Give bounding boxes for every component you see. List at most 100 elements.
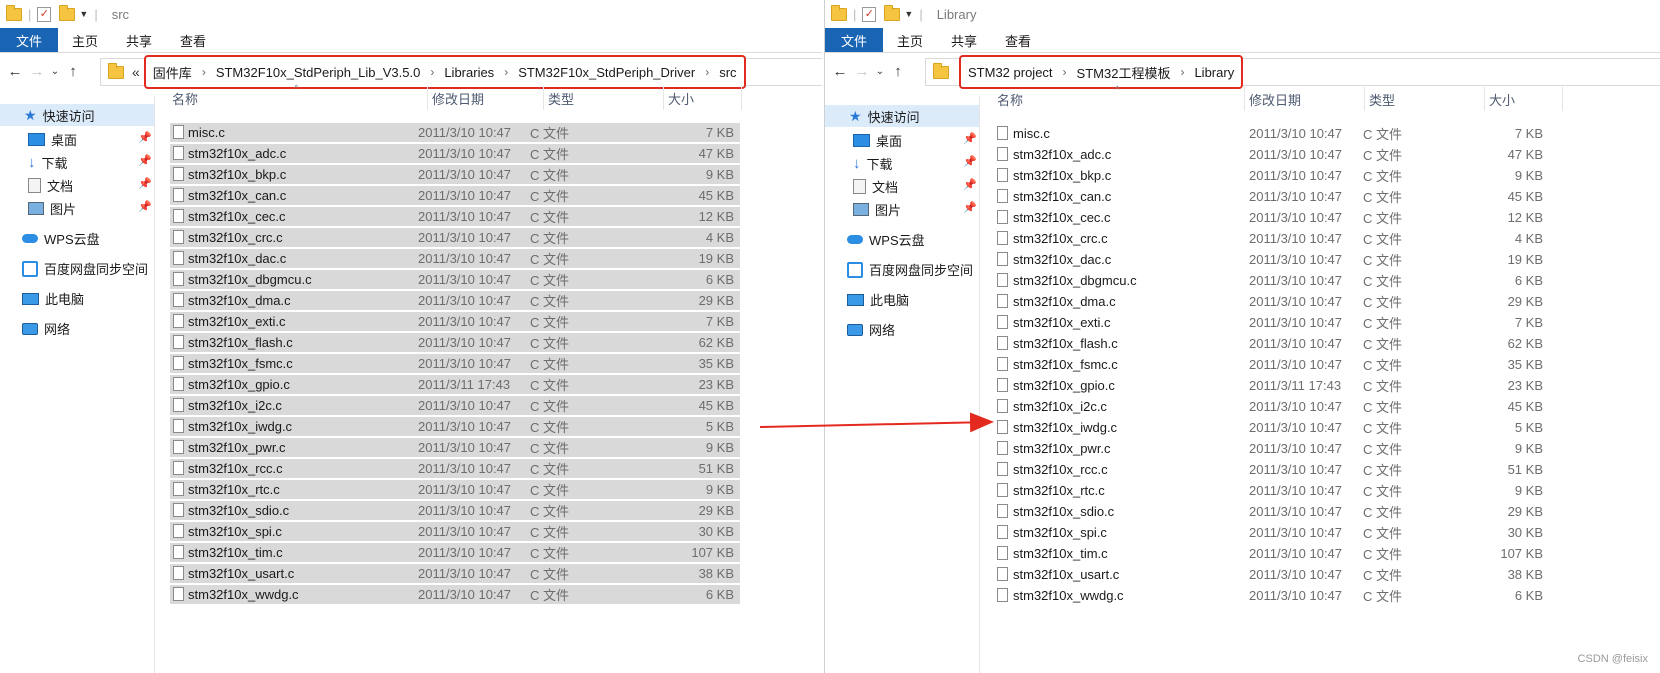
file-row[interactable]: stm32f10x_bkp.c 2011/3/10 10:47 C 文件 9 KB xyxy=(170,165,740,184)
nav-baidu-sync[interactable]: 百度网盘同步空间 xyxy=(847,260,973,279)
nav-desktop[interactable]: 桌面 xyxy=(28,130,77,149)
breadcrumb-item[interactable]: STM32F10x_StdPeriph_Lib_V3.5.0 xyxy=(214,65,423,80)
nav-this-pc[interactable]: 此电脑 xyxy=(22,289,84,308)
file-row[interactable]: stm32f10x_crc.c 2011/3/10 10:47 C 文件 4 KB xyxy=(170,228,740,247)
file-row[interactable]: stm32f10x_cec.c 2011/3/10 10:47 C 文件 12 KB xyxy=(170,207,740,226)
breadcrumb-item[interactable]: src xyxy=(717,65,738,80)
file-row[interactable]: stm32f10x_pwr.c 2011/3/10 10:47 C 文件 9 KB xyxy=(993,439,1553,458)
nav-network[interactable]: 网络 xyxy=(22,319,70,338)
tab-file[interactable]: 文件 xyxy=(0,28,59,52)
folder-icon[interactable] xyxy=(831,4,847,21)
file-row[interactable]: stm32f10x_dbgmcu.c 2011/3/10 10:47 C 文件 6 K… xyxy=(170,270,740,289)
file-row[interactable]: stm32f10x_spi.c 2011/3/10 10:47 C 文件 30 KB xyxy=(170,522,740,541)
file-row[interactable]: misc.c 2011/3/10 10:47 C 文件 7 KB xyxy=(993,124,1553,143)
properties-icon[interactable]: ✓ xyxy=(37,6,52,22)
nav-downloads[interactable]: ↓ 下载 xyxy=(853,154,893,173)
tab-share[interactable]: 共享 xyxy=(937,28,991,52)
customize-toolbar-icon[interactable]: ▼ xyxy=(904,9,913,19)
chevron-right-icon[interactable]: › xyxy=(697,65,717,79)
file-row[interactable]: stm32f10x_exti.c 2011/3/10 10:47 C 文件 7 KB xyxy=(993,313,1553,332)
recent-locations-chevron-icon[interactable]: ⌄ xyxy=(873,66,887,77)
file-row[interactable]: stm32f10x_tim.c 2011/3/10 10:47 C 文件 107 KB xyxy=(993,544,1553,563)
file-row[interactable]: stm32f10x_dac.c 2011/3/10 10:47 C 文件 19 KB xyxy=(993,250,1553,269)
file-row[interactable]: stm32f10x_rtc.c 2011/3/10 10:47 C 文件 9 KB xyxy=(170,480,740,499)
file-row[interactable]: stm32f10x_fsmc.c 2011/3/10 10:47 C 文件 35 KB xyxy=(170,354,740,373)
file-row[interactable]: stm32f10x_gpio.c 2011/3/11 17:43 C 文件 23 KB xyxy=(170,375,740,394)
breadcrumb-item[interactable]: Library xyxy=(1192,65,1236,80)
file-row[interactable]: stm32f10x_flash.c 2011/3/10 10:47 C 文件 62 K… xyxy=(993,334,1553,353)
breadcrumb-item[interactable]: 固件库 xyxy=(151,63,194,82)
column-name[interactable]: 名称 xyxy=(168,86,428,110)
tab-home[interactable]: 主页 xyxy=(883,28,937,52)
file-row[interactable]: stm32f10x_adc.c 2011/3/10 10:47 C 文件 47 KB xyxy=(993,145,1553,164)
overflow-chevron[interactable]: « xyxy=(132,64,140,80)
up-arrow-icon[interactable]: ↑ xyxy=(62,63,84,80)
back-arrow-icon[interactable]: ← xyxy=(829,63,851,80)
customize-toolbar-icon[interactable]: ▼ xyxy=(79,9,88,19)
chevron-right-icon[interactable]: › xyxy=(1172,65,1192,79)
nav-documents[interactable]: 文档 xyxy=(853,177,898,196)
forward-arrow-icon[interactable]: → xyxy=(26,63,48,80)
recent-locations-chevron-icon[interactable]: ⌄ xyxy=(48,66,62,77)
file-row[interactable]: stm32f10x_rtc.c 2011/3/10 10:47 C 文件 9 KB xyxy=(993,481,1553,500)
file-row[interactable]: stm32f10x_bkp.c 2011/3/10 10:47 C 文件 9 KB xyxy=(993,166,1553,185)
new-folder-icon[interactable] xyxy=(59,4,76,21)
file-row[interactable]: stm32f10x_dma.c 2011/3/10 10:47 C 文件 29 KB xyxy=(993,292,1553,311)
address-bar[interactable]: STM32 project › STM32工程模板 › Library xyxy=(925,55,1660,89)
forward-arrow-icon[interactable]: → xyxy=(851,63,873,80)
file-row[interactable]: stm32f10x_adc.c 2011/3/10 10:47 C 文件 47 KB xyxy=(170,144,740,163)
chevron-right-icon[interactable]: › xyxy=(1055,65,1075,79)
nav-quick-access[interactable]: ★ 快速访问 xyxy=(24,106,95,125)
file-row[interactable]: stm32f10x_fsmc.c 2011/3/10 10:47 C 文件 35 KB xyxy=(993,355,1553,374)
file-row[interactable]: stm32f10x_can.c 2011/3/10 10:47 C 文件 45 KB xyxy=(170,186,740,205)
tab-file[interactable]: 文件 xyxy=(825,28,884,52)
file-row[interactable]: stm32f10x_flash.c 2011/3/10 10:47 C 文件 62 K… xyxy=(170,333,740,352)
nav-quick-access[interactable]: ★ 快速访问 xyxy=(849,107,920,126)
file-row[interactable]: stm32f10x_pwr.c 2011/3/10 10:47 C 文件 9 KB xyxy=(170,438,740,457)
column-name[interactable]: 名称 xyxy=(993,87,1245,111)
file-row[interactable]: stm32f10x_crc.c 2011/3/10 10:47 C 文件 4 KB xyxy=(993,229,1553,248)
file-row[interactable]: stm32f10x_i2c.c 2011/3/10 10:47 C 文件 45 KB xyxy=(170,396,740,415)
file-row[interactable]: stm32f10x_dbgmcu.c 2011/3/10 10:47 C 文件 6 K… xyxy=(993,271,1553,290)
nav-downloads[interactable]: ↓ 下载 xyxy=(28,153,68,172)
file-row[interactable]: stm32f10x_spi.c 2011/3/10 10:47 C 文件 30 KB xyxy=(993,523,1553,542)
nav-pictures[interactable]: 图片 xyxy=(853,200,901,219)
nav-pictures[interactable]: 图片 xyxy=(28,199,76,218)
back-arrow-icon[interactable]: ← xyxy=(4,63,26,80)
column-size[interactable]: 大小 xyxy=(664,86,742,110)
file-row[interactable]: stm32f10x_iwdg.c 2011/3/10 10:47 C 文件 5 KB xyxy=(993,418,1553,437)
chevron-right-icon[interactable]: › xyxy=(194,65,214,79)
nav-documents[interactable]: 文档 xyxy=(28,176,73,195)
nav-desktop[interactable]: 桌面 xyxy=(853,131,902,150)
file-row[interactable]: stm32f10x_usart.c 2011/3/10 10:47 C 文件 38 K… xyxy=(993,565,1553,584)
column-date[interactable]: 修改日期 xyxy=(1245,87,1365,111)
up-arrow-icon[interactable]: ↑ xyxy=(887,63,909,80)
file-row[interactable]: stm32f10x_usart.c 2011/3/10 10:47 C 文件 38 K… xyxy=(170,564,740,583)
properties-icon[interactable]: ✓ xyxy=(862,6,877,22)
file-row[interactable]: stm32f10x_gpio.c 2011/3/11 17:43 C 文件 23 KB xyxy=(993,376,1553,395)
nav-wps-cloud[interactable]: WPS云盘 xyxy=(847,230,925,249)
file-row[interactable]: stm32f10x_i2c.c 2011/3/10 10:47 C 文件 45 KB xyxy=(993,397,1553,416)
chevron-right-icon[interactable]: › xyxy=(422,65,442,79)
nav-baidu-sync[interactable]: 百度网盘同步空间 xyxy=(22,259,148,278)
tab-share[interactable]: 共享 xyxy=(112,28,166,52)
file-row[interactable]: stm32f10x_exti.c 2011/3/10 10:47 C 文件 7 KB xyxy=(170,312,740,331)
nav-wps-cloud[interactable]: WPS云盘 xyxy=(22,229,100,248)
file-row[interactable]: stm32f10x_sdio.c 2011/3/10 10:47 C 文件 29 KB xyxy=(993,502,1553,521)
file-row[interactable]: stm32f10x_cec.c 2011/3/10 10:47 C 文件 12 KB xyxy=(993,208,1553,227)
tab-home[interactable]: 主页 xyxy=(58,28,112,52)
file-row[interactable]: stm32f10x_dma.c 2011/3/10 10:47 C 文件 29 KB xyxy=(170,291,740,310)
chevron-right-icon[interactable]: › xyxy=(496,65,516,79)
file-row[interactable]: stm32f10x_wwdg.c 2011/3/10 10:47 C 文件 6 KB xyxy=(993,586,1553,605)
breadcrumb-item[interactable]: STM32工程模板 xyxy=(1075,63,1173,82)
file-row[interactable]: stm32f10x_sdio.c 2011/3/10 10:47 C 文件 29 KB xyxy=(170,501,740,520)
file-row[interactable]: stm32f10x_dac.c 2011/3/10 10:47 C 文件 19 KB xyxy=(170,249,740,268)
folder-icon[interactable] xyxy=(6,4,22,21)
breadcrumb-item[interactable]: STM32 project xyxy=(966,65,1055,80)
nav-this-pc[interactable]: 此电脑 xyxy=(847,290,909,309)
file-row[interactable]: stm32f10x_wwdg.c 2011/3/10 10:47 C 文件 6 KB xyxy=(170,585,740,604)
breadcrumb-item[interactable]: STM32F10x_StdPeriph_Driver xyxy=(516,65,697,80)
new-folder-icon[interactable] xyxy=(884,4,901,21)
column-size[interactable]: 大小 xyxy=(1485,87,1563,111)
tab-view[interactable]: 查看 xyxy=(166,28,220,52)
